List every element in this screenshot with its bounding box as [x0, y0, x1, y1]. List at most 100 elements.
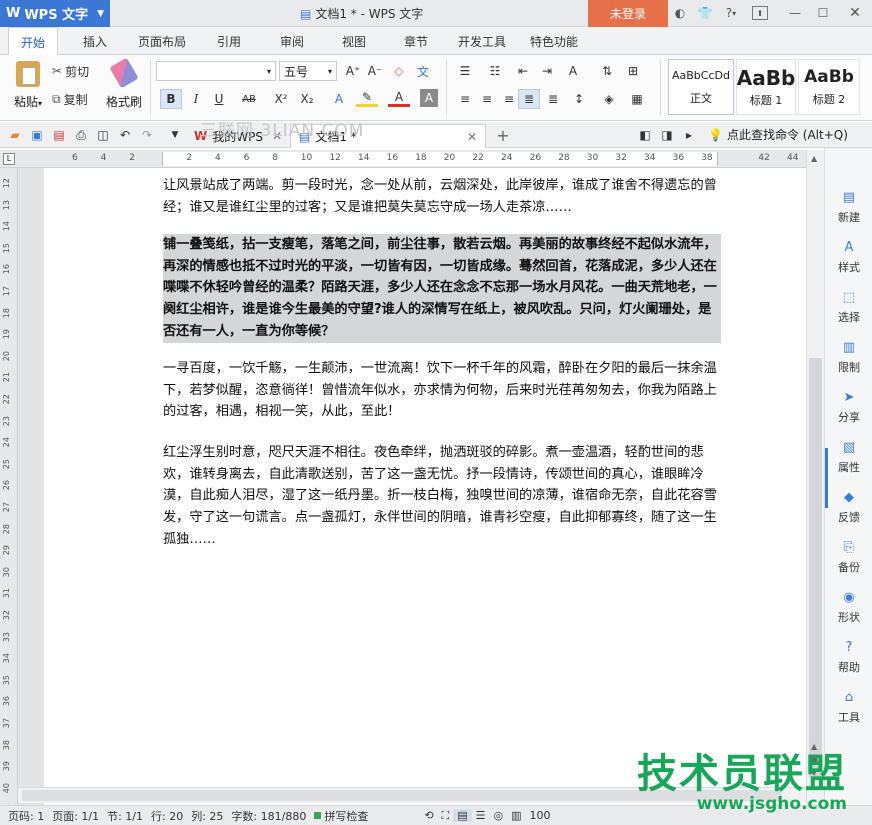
- bullet-list-icon[interactable]: ☰: [454, 61, 476, 81]
- redo-icon[interactable]: ↷: [136, 125, 158, 145]
- scroll-thumb[interactable]: [809, 358, 822, 778]
- page-view-icon[interactable]: ▤: [453, 809, 472, 822]
- print-preview-icon[interactable]: ◫: [92, 125, 114, 145]
- italic-icon[interactable]: I: [185, 89, 207, 109]
- superscript-icon[interactable]: X²: [270, 89, 292, 109]
- spellcheck-button[interactable]: 拼写检查: [310, 808, 372, 824]
- outline-view-icon[interactable]: ☰: [472, 809, 490, 822]
- panel-item-6[interactable]: ◆ 反馈: [825, 484, 872, 530]
- paragraph-1[interactable]: 让风景站成了两端。剪一段时光，念一处从前，云烟深处，此岸彼岸，谁成了谁舍不得遗忘…: [163, 175, 721, 218]
- paragraph-4[interactable]: 红尘浮生别时意，咫尺天涯不相往。夜色牵绊，抛洒斑驳的碎影。煮一壶温酒，轻酌世间的…: [163, 442, 721, 551]
- tab-stop-icon[interactable]: L: [3, 153, 15, 165]
- panel-item-1[interactable]: A 样式: [825, 234, 872, 280]
- tab-chapter[interactable]: 章节: [394, 27, 438, 55]
- pinyin-icon[interactable]: 文: [412, 61, 434, 81]
- clear-format-icon[interactable]: ◇: [388, 61, 410, 81]
- highlight-icon[interactable]: ✎: [356, 89, 378, 107]
- pdf-icon[interactable]: ▤: [48, 125, 70, 145]
- decrease-indent-icon[interactable]: ⇤: [512, 61, 534, 81]
- increase-font-icon[interactable]: A⁺: [342, 61, 364, 81]
- history-icon[interactable]: ⟲: [420, 809, 437, 822]
- format-painter-button[interactable]: 格式刷: [104, 57, 144, 115]
- close-icon[interactable]: ✕: [846, 4, 864, 22]
- login-button[interactable]: 未登录: [588, 0, 668, 27]
- quick-access-dropdown-icon[interactable]: ▼: [164, 125, 186, 145]
- underline-icon[interactable]: U: [208, 89, 230, 109]
- justify-icon[interactable]: ≣: [518, 89, 540, 109]
- distribute-icon[interactable]: ≣: [542, 89, 564, 109]
- find-command-box[interactable]: 💡 点此查找命令 (Alt+Q): [708, 126, 848, 143]
- shirt-icon[interactable]: 👕: [696, 4, 714, 22]
- paste-button[interactable]: 粘贴▾: [8, 61, 48, 115]
- line-spacing-icon[interactable]: ↕: [568, 89, 590, 109]
- scroll-up-icon[interactable]: ▲: [811, 154, 817, 163]
- text-effect-icon[interactable]: A: [328, 89, 350, 109]
- tab-home[interactable]: 开始: [8, 27, 58, 56]
- chinese-layout-icon[interactable]: A: [562, 61, 584, 81]
- style-normal[interactable]: AaBbCcDd 正文: [668, 59, 734, 115]
- vertical-scrollbar[interactable]: ▲ ▲ ● ▼: [806, 150, 824, 805]
- vertical-ruler[interactable]: 12 13 14 15 16 17 18 19 20 21 22 23 24 25 26 27 28 29 30 31…: [0, 168, 18, 815]
- style-heading1[interactable]: AaBb 标题 1: [736, 59, 796, 115]
- panel-item-10[interactable]: ⌂ 工具: [825, 684, 872, 730]
- panel-item-2[interactable]: ⬚ 选择: [825, 284, 872, 330]
- restore-window-icon[interactable]: ⬆: [752, 6, 768, 20]
- style-heading2[interactable]: AaBb 标题 2: [798, 59, 860, 115]
- tab-view[interactable]: 视图: [332, 27, 376, 55]
- web-view-icon[interactable]: ◎: [490, 809, 508, 822]
- window-icon[interactable]: ◨: [656, 125, 678, 145]
- strikethrough-icon[interactable]: AB: [238, 89, 260, 109]
- full-screen-icon[interactable]: ⛶: [438, 809, 454, 823]
- view-toggle-icon[interactable]: ◧: [634, 125, 656, 145]
- char-shading-icon[interactable]: A: [420, 89, 438, 107]
- table-icon[interactable]: ⊞: [622, 61, 644, 81]
- numbered-list-icon[interactable]: ☷: [484, 61, 506, 81]
- tab-insert[interactable]: 插入: [73, 27, 117, 55]
- paragraph-2-selected[interactable]: 铺一叠笺纸，拈一支瘦笔，落笔之间，前尘往事，散若云烟。再美丽的故事终经不起似水流…: [163, 234, 721, 343]
- page-up-icon[interactable]: ▲: [811, 742, 817, 751]
- align-right-icon[interactable]: ≡: [498, 89, 520, 109]
- align-center-icon[interactable]: ≡: [476, 89, 498, 109]
- panel-item-7[interactable]: ⎘ 备份: [825, 534, 872, 580]
- bold-icon[interactable]: B: [160, 89, 182, 109]
- shading-icon[interactable]: ◈: [598, 89, 620, 109]
- increase-indent-icon[interactable]: ⇥: [536, 61, 558, 81]
- copy-button[interactable]: ⧉ 复制: [52, 89, 88, 109]
- decrease-font-icon[interactable]: A⁻: [364, 61, 386, 81]
- border-icon[interactable]: ▦: [626, 89, 648, 109]
- align-left-icon[interactable]: ≡: [454, 89, 476, 109]
- font-size-select[interactable]: 五号 ▾: [279, 61, 337, 81]
- panel-item-9[interactable]: ? 帮助: [825, 634, 872, 680]
- panel-item-8[interactable]: ◉ 形状: [825, 584, 872, 630]
- reading-view-icon[interactable]: ▥: [507, 809, 525, 822]
- tab-review[interactable]: 审阅: [270, 27, 314, 55]
- horizontal-ruler[interactable]: 6 4 2 2 4 6 8 10 12 14 16 18 20 22 24 26 28 30 32 34 36 38 42 4…: [44, 150, 827, 168]
- panel-item-4[interactable]: ➤ 分享: [825, 384, 872, 430]
- tab-developer[interactable]: 开发工具: [450, 27, 514, 55]
- minimize-icon[interactable]: —: [786, 4, 804, 22]
- tab-page-layout[interactable]: 页面布局: [130, 27, 194, 55]
- save-icon[interactable]: ▣: [26, 125, 48, 145]
- skin-icon[interactable]: ◐: [671, 4, 689, 22]
- panel-item-3[interactable]: ▥ 限制: [825, 334, 872, 380]
- maximize-icon[interactable]: ☐: [814, 4, 832, 22]
- font-name-select[interactable]: ▾: [156, 61, 276, 81]
- sort-icon[interactable]: ⇅: [596, 61, 618, 81]
- undo-icon[interactable]: ↶: [114, 125, 136, 145]
- new-tab-icon[interactable]: +: [492, 125, 514, 145]
- cut-button[interactable]: ✂ 剪切: [52, 61, 89, 81]
- zoom-level[interactable]: 100: [526, 809, 555, 822]
- arrow-icon[interactable]: ▸: [678, 125, 700, 145]
- subscript-icon[interactable]: X₂: [296, 89, 318, 109]
- close-icon[interactable]: ✕: [467, 130, 477, 144]
- open-folder-icon[interactable]: ▰: [4, 125, 26, 145]
- panel-item-0[interactable]: ▤ 新建: [825, 184, 872, 230]
- tab-special[interactable]: 特色功能: [522, 27, 586, 55]
- tab-references[interactable]: 引用: [207, 27, 251, 55]
- paragraph-3[interactable]: 一寻百度，一饮千觞，一生颠沛，一世流离！饮下一杯千年的风霜，醉卧在夕阳的最后一抹…: [163, 358, 721, 423]
- print-icon[interactable]: ⎙: [70, 125, 92, 145]
- panel-item-5[interactable]: ▧ 属性: [825, 434, 872, 480]
- app-menu-button[interactable]: W WPS 文字 ▼: [0, 0, 110, 27]
- font-color-icon[interactable]: A: [388, 89, 410, 107]
- help-button[interactable]: ? ▾: [720, 4, 742, 22]
